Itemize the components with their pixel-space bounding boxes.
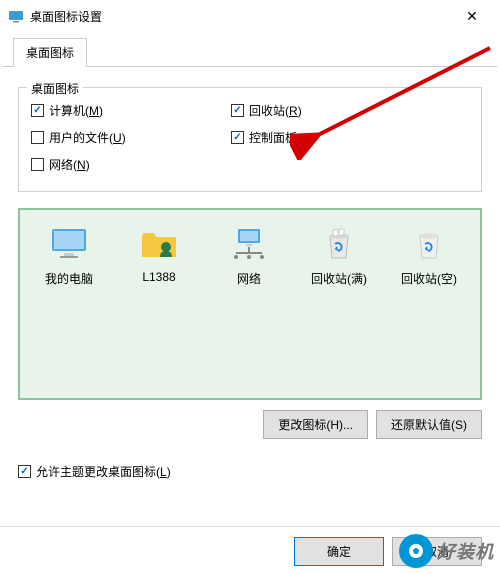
computer-icon: [49, 224, 89, 264]
checkbox-input: [18, 465, 31, 478]
preview-item-user[interactable]: L1388: [120, 224, 198, 384]
checkbox-controlpanel[interactable]: 控制面板(O): [231, 129, 431, 146]
tab-desktop-icons[interactable]: 桌面图标: [13, 38, 87, 67]
checkbox-label: 控制面板(O): [249, 129, 314, 146]
checkbox-input: [231, 104, 244, 117]
checkbox-recyclebin[interactable]: 回收站(R): [231, 102, 431, 119]
recyclebin-full-icon: [319, 224, 359, 264]
checkbox-input: [231, 131, 244, 144]
checkbox-label: 网络(N): [49, 156, 90, 173]
checkbox-input: [31, 131, 44, 144]
network-icon: [229, 224, 269, 264]
preview-label: 回收站(空): [401, 270, 457, 287]
preview-label: 网络: [237, 270, 261, 287]
preview-item-recyclebin-empty[interactable]: 回收站(空): [390, 224, 468, 384]
checkbox-input: [31, 158, 44, 171]
preview-label: L1388: [142, 270, 175, 284]
checkbox-grid: 计算机(M) 回收站(R) 用户的文件(U) 控制面板(O) 网络(N): [31, 102, 469, 173]
window-title: 桌面图标设置: [30, 8, 452, 25]
preview-item-computer[interactable]: 我的电脑: [30, 224, 108, 384]
checkbox-computer[interactable]: 计算机(M): [31, 102, 231, 119]
restore-default-button[interactable]: 还原默认值(S): [376, 410, 482, 439]
checkbox-label: 回收站(R): [249, 102, 302, 119]
watermark-text: 好装机: [437, 538, 494, 564]
icon-button-row: 更改图标(H)... 还原默认值(S): [18, 410, 482, 439]
ok-button[interactable]: 确定: [294, 537, 384, 566]
preview-label: 我的电脑: [45, 270, 93, 287]
watermark-logo: [399, 534, 433, 568]
user-folder-icon: [139, 224, 179, 264]
checkbox-label: 计算机(M): [49, 102, 103, 119]
change-icon-button[interactable]: 更改图标(H)...: [263, 410, 368, 439]
preview-item-recyclebin-full[interactable]: 回收站(满): [300, 224, 378, 384]
close-button[interactable]: ✕: [452, 0, 492, 32]
checkbox-label: 允许主题更改桌面图标(L): [36, 463, 171, 480]
checkbox-allow-theme[interactable]: 允许主题更改桌面图标(L): [18, 463, 482, 480]
content-area: 桌面图标 计算机(M) 回收站(R) 用户的文件(U) 控制面板(O) 网络(N…: [0, 67, 500, 494]
watermark: 好装机: [399, 534, 494, 568]
icon-preview-panel: 我的电脑 L1388 网络 回收站(满) 回收站(空): [18, 208, 482, 400]
checkbox-userfiles[interactable]: 用户的文件(U): [31, 129, 231, 146]
checkbox-input: [31, 104, 44, 117]
preview-item-network[interactable]: 网络: [210, 224, 288, 384]
app-icon: [8, 8, 24, 24]
close-icon: ✕: [466, 8, 478, 25]
groupbox-desktop-icons: 桌面图标 计算机(M) 回收站(R) 用户的文件(U) 控制面板(O) 网络(N…: [18, 87, 482, 192]
checkbox-network[interactable]: 网络(N): [31, 156, 231, 173]
recyclebin-empty-icon: [409, 224, 449, 264]
groupbox-title: 桌面图标: [27, 80, 83, 97]
tab-strip: 桌面图标: [3, 32, 497, 67]
preview-label: 回收站(满): [311, 270, 367, 287]
titlebar: 桌面图标设置 ✕: [0, 0, 500, 32]
checkbox-label: 用户的文件(U): [49, 129, 126, 146]
